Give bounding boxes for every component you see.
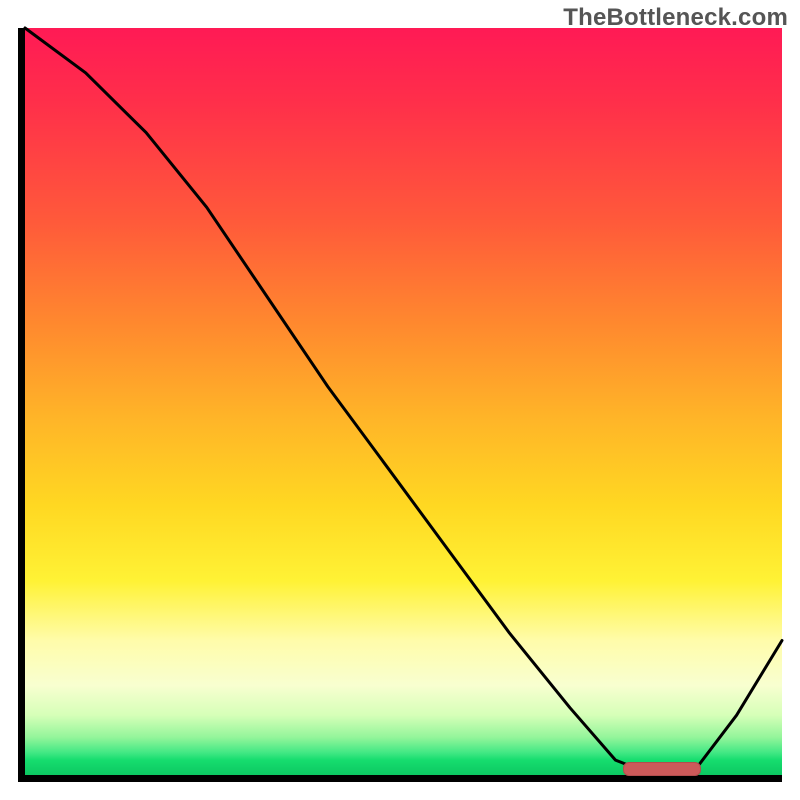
optimum-marker	[623, 762, 701, 776]
plot-area	[18, 28, 782, 782]
bottleneck-curve	[25, 28, 782, 775]
bottleneck-chart: TheBottleneck.com	[0, 0, 800, 800]
